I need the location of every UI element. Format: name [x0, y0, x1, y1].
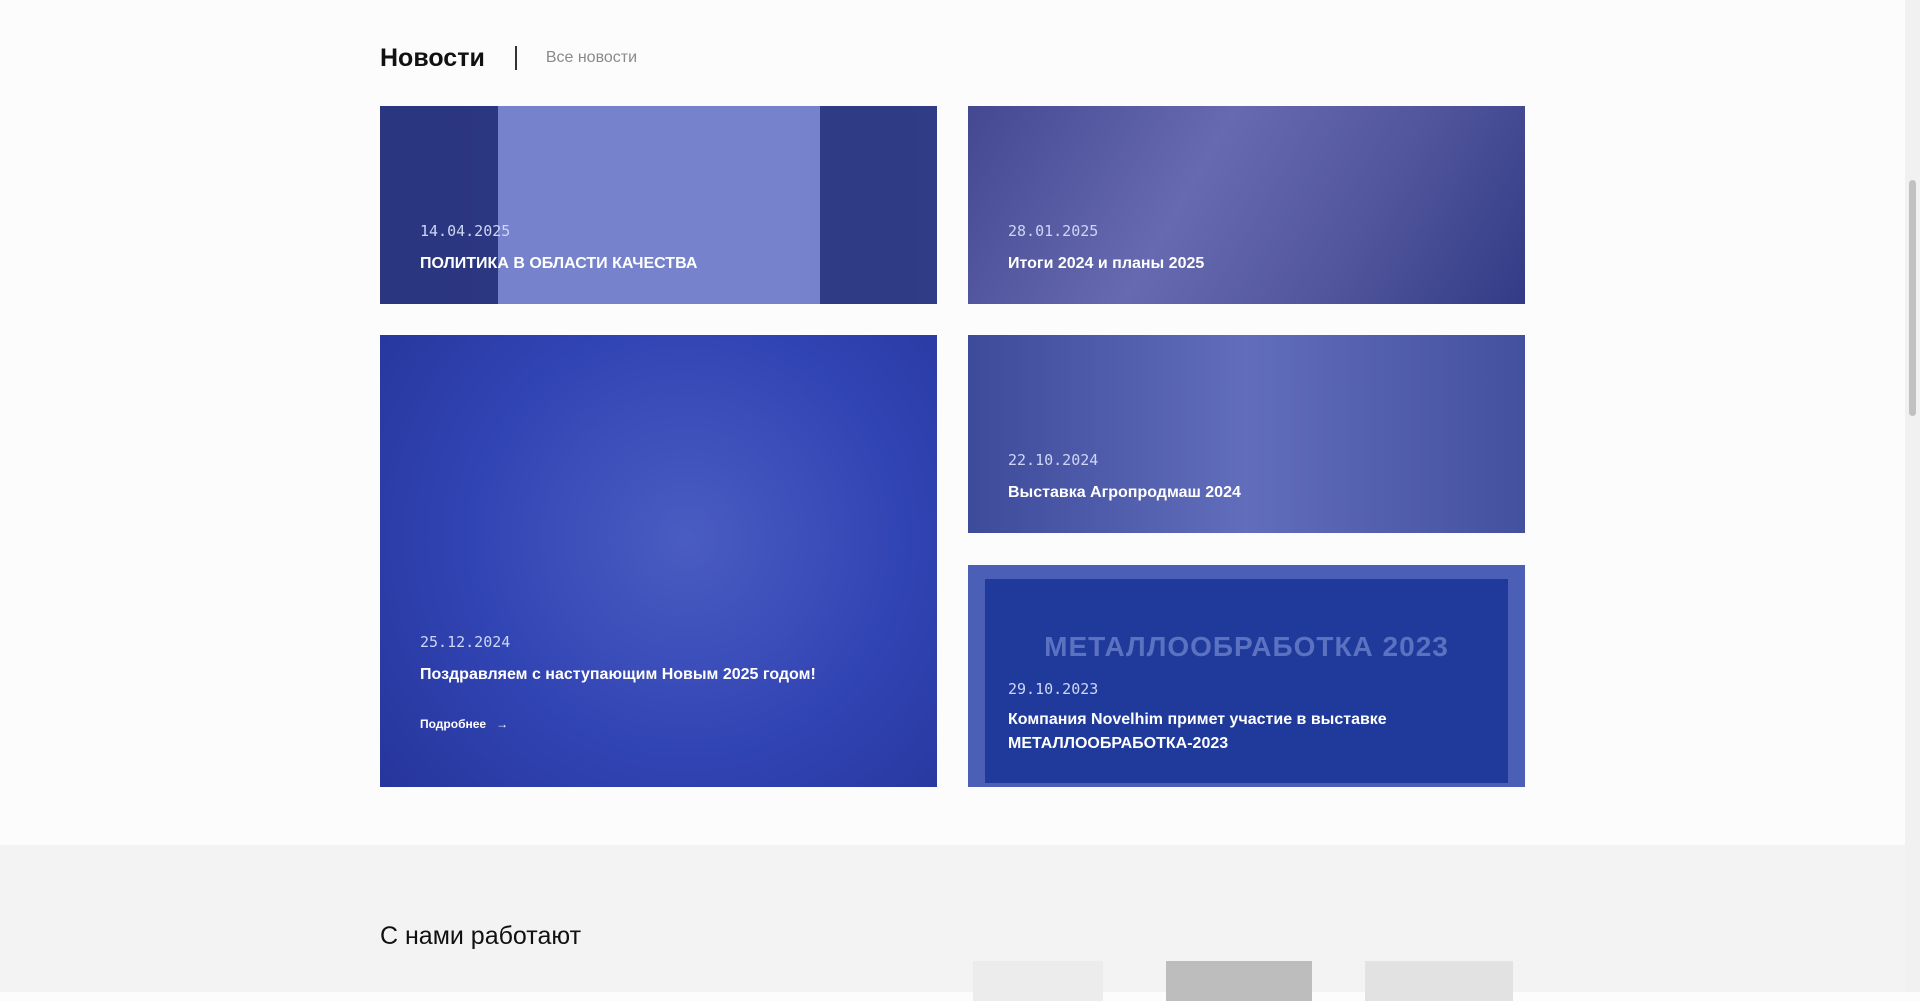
arrow-right-icon: →	[496, 717, 509, 731]
news-card-content: 28.01.2025 Итоги 2024 и планы 2025	[1008, 222, 1485, 276]
partner-logo[interactable]	[1365, 961, 1513, 1001]
news-title: Новости	[380, 43, 485, 72]
all-news-link[interactable]: Все новости	[546, 49, 637, 67]
header-divider	[514, 46, 517, 70]
news-card-content: 29.10.2023 Компания Novelhim примет учас…	[1008, 680, 1485, 756]
news-card-title[interactable]: Компания Novelhim примет участие в выста…	[1008, 708, 1485, 756]
news-card-content: 14.04.2025 ПОЛИТИКА В ОБЛАСТИ КАЧЕСТВА	[420, 222, 897, 276]
news-card-title[interactable]: Выставка Агропродмаш 2024	[1008, 481, 1485, 505]
news-card-content: 22.10.2024 Выставка Агропродмаш 2024	[1008, 451, 1485, 505]
news-card[interactable]: 14.04.2025 ПОЛИТИКА В ОБЛАСТИ КАЧЕСТВА	[380, 106, 937, 304]
partners-section: С нами работают	[0, 845, 1920, 1001]
news-card-date: 25.12.2024	[420, 633, 511, 651]
news-card-title[interactable]: Поздравляем с наступающим Новым 2025 год…	[420, 663, 897, 687]
news-card[interactable]: МЕТАЛЛООБРАБОТКА 2023 29.10.2023 Компани…	[968, 565, 1525, 787]
news-card[interactable]: 28.01.2025 Итоги 2024 и планы 2025	[968, 106, 1525, 304]
news-card-title[interactable]: Итоги 2024 и планы 2025	[1008, 252, 1485, 276]
news-card[interactable]: 22.10.2024 Выставка Агропродмаш 2024	[968, 335, 1525, 533]
read-more-label: Подробнее	[420, 717, 487, 731]
news-card-date: 22.10.2024	[1008, 451, 1099, 469]
news-card-featured[interactable]: 25.12.2024 Поздравляем с наступающим Нов…	[380, 335, 937, 787]
read-more-link[interactable]: Подробнее →	[420, 717, 508, 731]
news-card-content: 25.12.2024 Поздравляем с наступающим Нов…	[420, 633, 897, 687]
news-card-date: 14.04.2025	[420, 222, 511, 240]
partner-logo[interactable]	[1166, 961, 1312, 1001]
partner-logo[interactable]	[973, 961, 1103, 1001]
scrollbar[interactable]	[1905, 0, 1920, 992]
news-card-date: 28.01.2025	[1008, 222, 1099, 240]
scrollbar-thumb[interactable]	[1909, 180, 1916, 416]
exhibition-banner-title: МЕТАЛЛООБРАБОТКА 2023	[1044, 631, 1449, 662]
news-header: Новости Все новости	[380, 42, 637, 74]
partners-title: С нами работают	[380, 922, 582, 950]
news-card-date: 29.10.2023	[1008, 680, 1099, 698]
news-card-title[interactable]: ПОЛИТИКА В ОБЛАСТИ КАЧЕСТВА	[420, 252, 897, 276]
